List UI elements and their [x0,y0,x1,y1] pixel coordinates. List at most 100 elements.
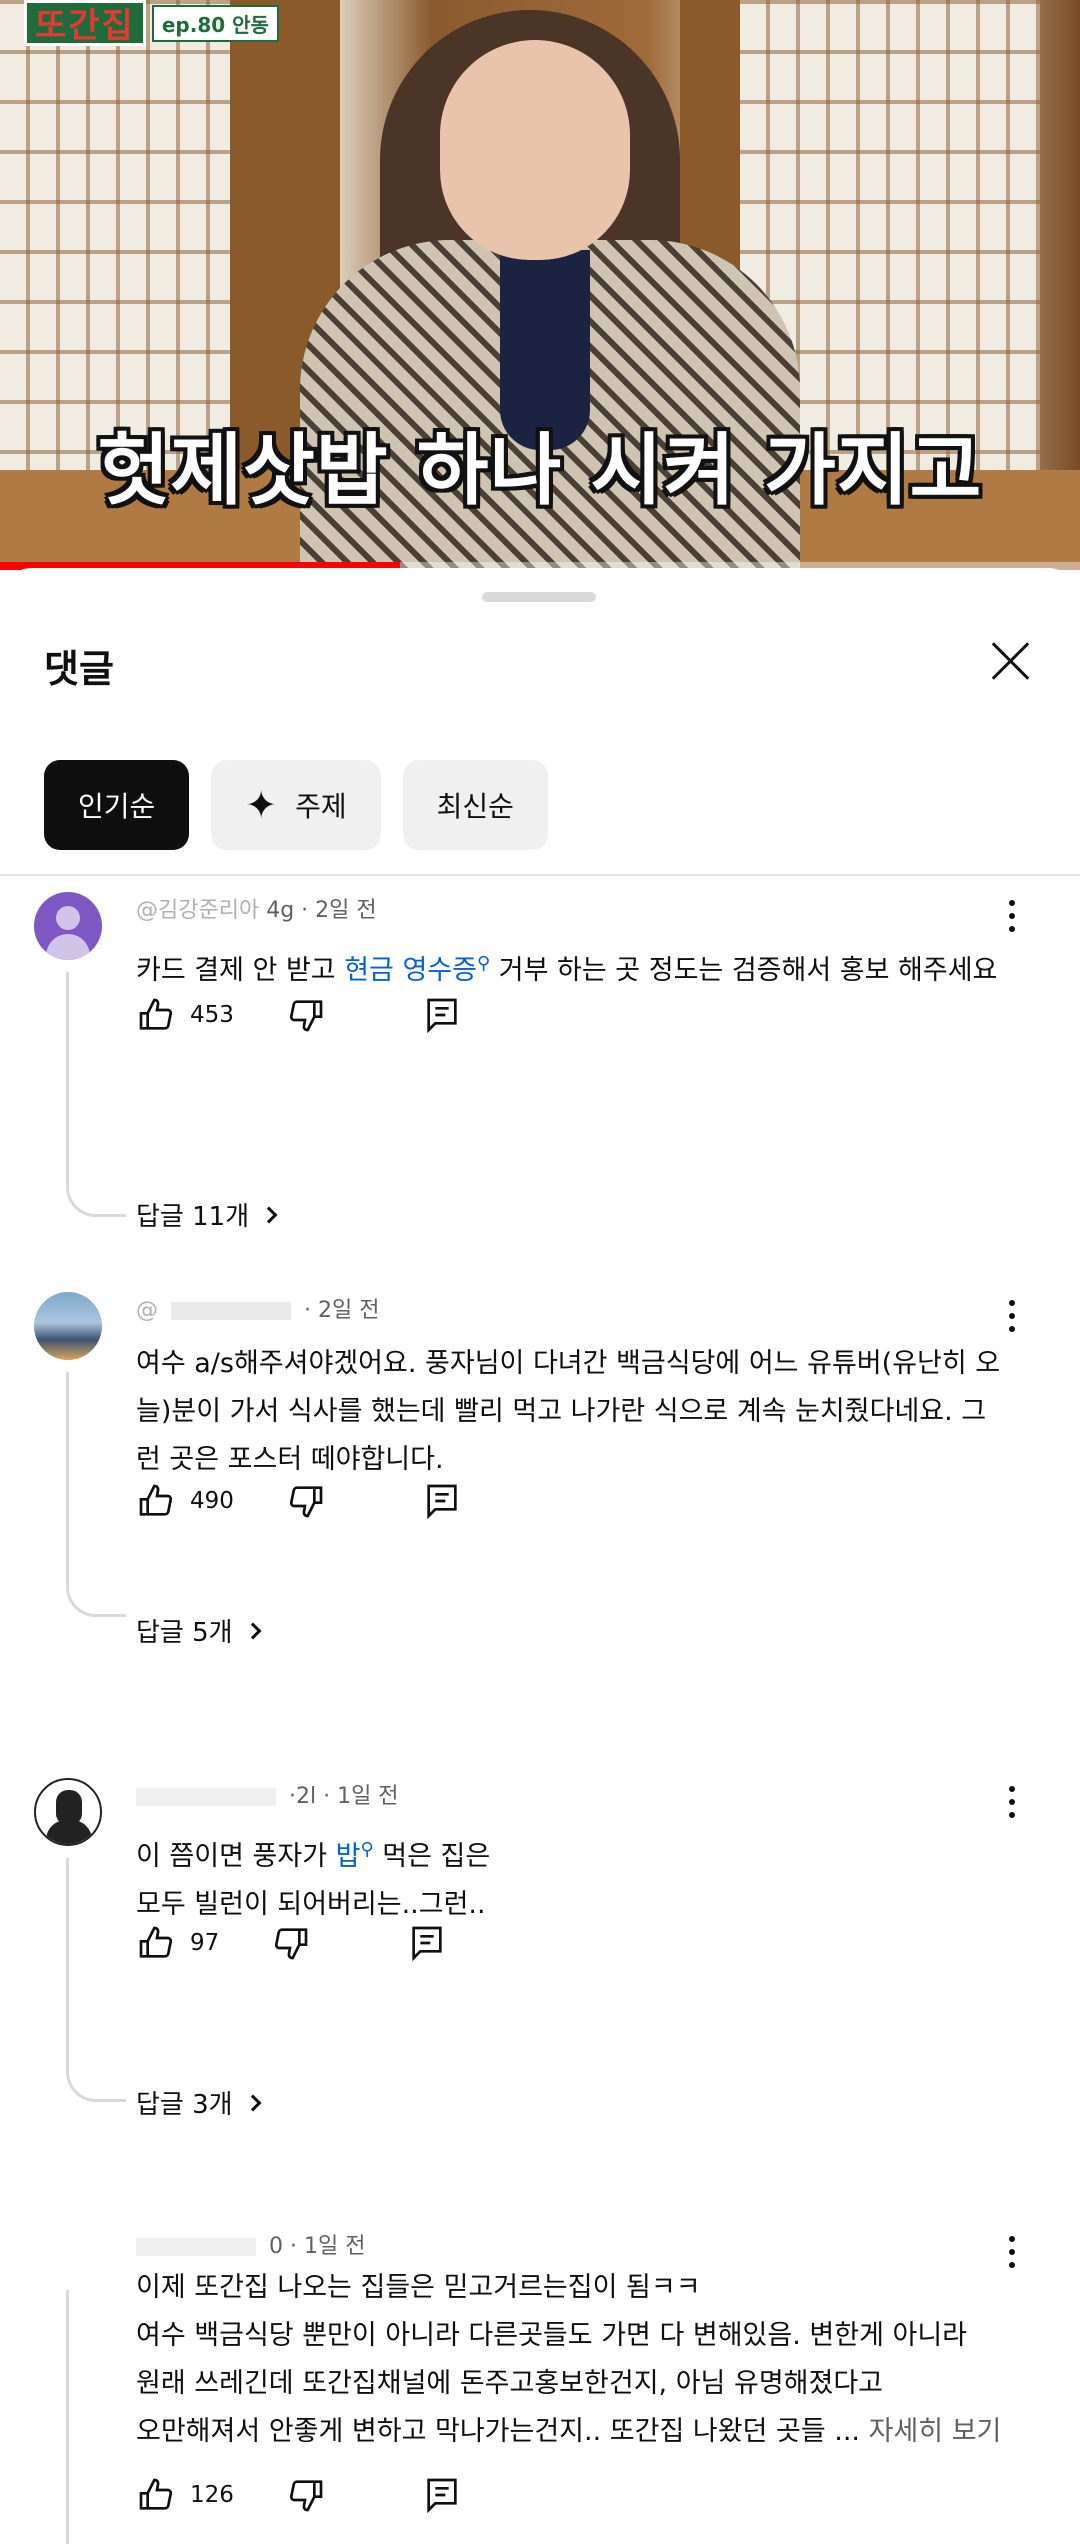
like-button[interactable]: 126 [136,2475,286,2515]
chip-label: 최신순 [436,790,514,823]
thumbs-up-icon [139,1926,173,1958]
comment-time: 4g · 2일 전 [266,898,377,923]
comment-actions: 126 [136,2470,462,2520]
logo-episode: ep.80 안동 [151,4,279,42]
reply-button[interactable] [422,1481,462,1521]
like-count: 453 [190,1002,234,1028]
comment-reply-icon [412,1926,442,1962]
comment-text: 이제 또간집 나오는 집들은 믿고거르는집이 됨ㅋㅋ 여수 백금식당 뿐만이 아… [136,2264,1006,2456]
like-count: 126 [190,2482,234,2508]
comment-text: 이 쯤이면 풍자가 밥⚲ 먹은 집은 모두 빌런이 되어버리는..그런.. [136,1826,1006,1929]
sort-chips: 인기순 ✦ 주제 최신순 [44,760,548,850]
video-player[interactable]: 또간집 ep.80 안동 헛제삿밥 하나 시켜 가지고 [0,0,1080,570]
comment-text-part: 먹은 집은 [373,1841,491,1872]
comment-item: ·2l · 1일 전 이 쯤이면 풍자가 밥⚲ 먹은 집은 모두 빌런이 되어버… [0,1766,1080,2186]
close-icon[interactable] [980,630,1042,692]
chip-label: 인기순 [78,790,156,823]
more-options-icon[interactable] [1000,900,1024,944]
avatar-mask-face [56,1790,82,1824]
comment-meta: ·2l · 1일 전 [136,1778,399,1810]
comment-reply-icon [427,998,457,1034]
chevron-right-icon [244,1622,262,1639]
thread-line [66,1858,126,2102]
chip-topic[interactable]: ✦ 주제 [211,760,381,850]
comment-reply-icon [427,2478,457,2514]
comment-text-line: 오만해져서 안좋게 변하고 막나가는건지.. 또간집 나왔던 곳들 ... [136,2416,860,2447]
comment-meta: @김강준리아 4g · 2일 전 [136,892,377,924]
comment-time: · 2일 전 [304,1298,380,1323]
comment-time: ·2l · 1일 전 [289,1784,399,1809]
comment-time: 0 · 1일 전 [269,2234,366,2259]
comment-actions: 490 [136,1476,462,1526]
comment-meta: 0 · 1일 전 [136,2228,365,2260]
comment-actions: 97 [136,1918,447,1968]
thumbs-down-icon [289,2480,323,2512]
replies-toggle[interactable]: 답글 11개 [136,1196,278,1233]
search-link[interactable]: 현금 영수증⚲ [344,953,491,986]
chip-popular[interactable]: 인기순 [44,760,190,850]
chevron-right-icon [260,1206,278,1223]
blurred-handle [136,2238,256,2256]
search-link-label: 밥 [335,1841,361,1872]
channel-logo: 또간집 ep.80 안동 [24,0,279,46]
sparkle-icon: ✦ [245,783,278,827]
dislike-button[interactable] [271,1923,311,1963]
comment-item: 0 · 1일 전 이제 또간집 나오는 집들은 믿고거르는집이 됨ㅋㅋ 여수 백… [0,2216,1080,2544]
reply-button[interactable] [422,995,462,1035]
thread-line [66,972,126,1217]
reply-button[interactable] [422,2475,462,2515]
dislike-button[interactable] [286,995,326,1035]
search-link[interactable]: 밥⚲ [335,1839,374,1872]
logo-title: 또간집 [24,0,146,46]
dislike-button[interactable] [286,1481,326,1521]
comment-actions: 453 [136,990,462,1040]
drag-handle[interactable] [482,592,596,602]
comment-reply-icon [427,1484,457,1520]
blurred-handle [171,1302,291,1320]
thumbs-up-icon [139,998,173,1030]
avatar[interactable] [34,1778,102,1846]
comment-text-part: 거부 하는 곳 정도는 검증해서 홍보 해주세요 [490,955,998,986]
like-button[interactable]: 453 [136,995,286,1035]
like-count: 97 [190,1930,220,1956]
more-options-icon[interactable] [1000,1300,1024,1344]
avatar-head [56,906,80,930]
avatar[interactable] [34,892,102,960]
like-count: 490 [190,1488,234,1514]
reply-button[interactable] [407,1923,447,1963]
chip-newest[interactable]: 최신순 [402,760,548,850]
thumbs-down-icon [275,1928,308,1960]
replies-count: 답글 5개 [136,1618,233,1648]
avatar-shoulder [46,934,90,960]
thumbs-down-icon [289,1000,323,1032]
chip-label: 주제 [295,790,347,823]
comment-text-part: 이 쯤이면 풍자가 [136,1841,336,1872]
search-link-label: 현금 영수증 [344,955,478,986]
comment-author[interactable]: @ [136,1298,158,1323]
comment-item: @ · 2일 전 여수 a/s해주셔야겠어요. 풍자님이 다녀간 백금식당에 어… [0,1280,1080,1760]
person-face [440,40,630,260]
divider [0,874,1080,876]
thumbs-up-icon [139,1484,173,1516]
avatar-mask-body [46,1820,92,1844]
read-more-link[interactable]: 자세히 보기 [869,2416,1002,2447]
like-button[interactable]: 97 [136,1923,271,1963]
avatar[interactable] [34,1292,102,1360]
more-options-icon[interactable] [1000,1786,1024,1830]
replies-toggle[interactable]: 답글 5개 [136,1612,262,1649]
search-icon: ⚲ [360,1839,374,1860]
search-icon: ⚲ [477,953,491,974]
thumbs-down-icon [289,1486,323,1518]
comment-text: 카드 결제 안 받고 현금 영수증⚲ 거부 하는 곳 정도는 검증해서 홍보 해… [136,940,1006,995]
like-button[interactable]: 490 [136,1481,286,1521]
comment-text-line: 여수 백금식당 뿐만이 아니라 다른곳들도 가면 다 변해있음. 변한게 아니라 [136,2320,968,2351]
thread-line [66,1372,126,1617]
replies-toggle[interactable]: 답글 3개 [136,2084,262,2121]
replies-count: 답글 11개 [136,1202,250,1232]
blurred-handle [136,1788,276,1806]
dislike-button[interactable] [286,2475,326,2515]
comment-author[interactable]: @김강준리아 [136,898,259,923]
thread-line [66,2290,126,2544]
chevron-right-icon [244,2094,262,2111]
sheet-title: 댓글 [44,647,114,691]
